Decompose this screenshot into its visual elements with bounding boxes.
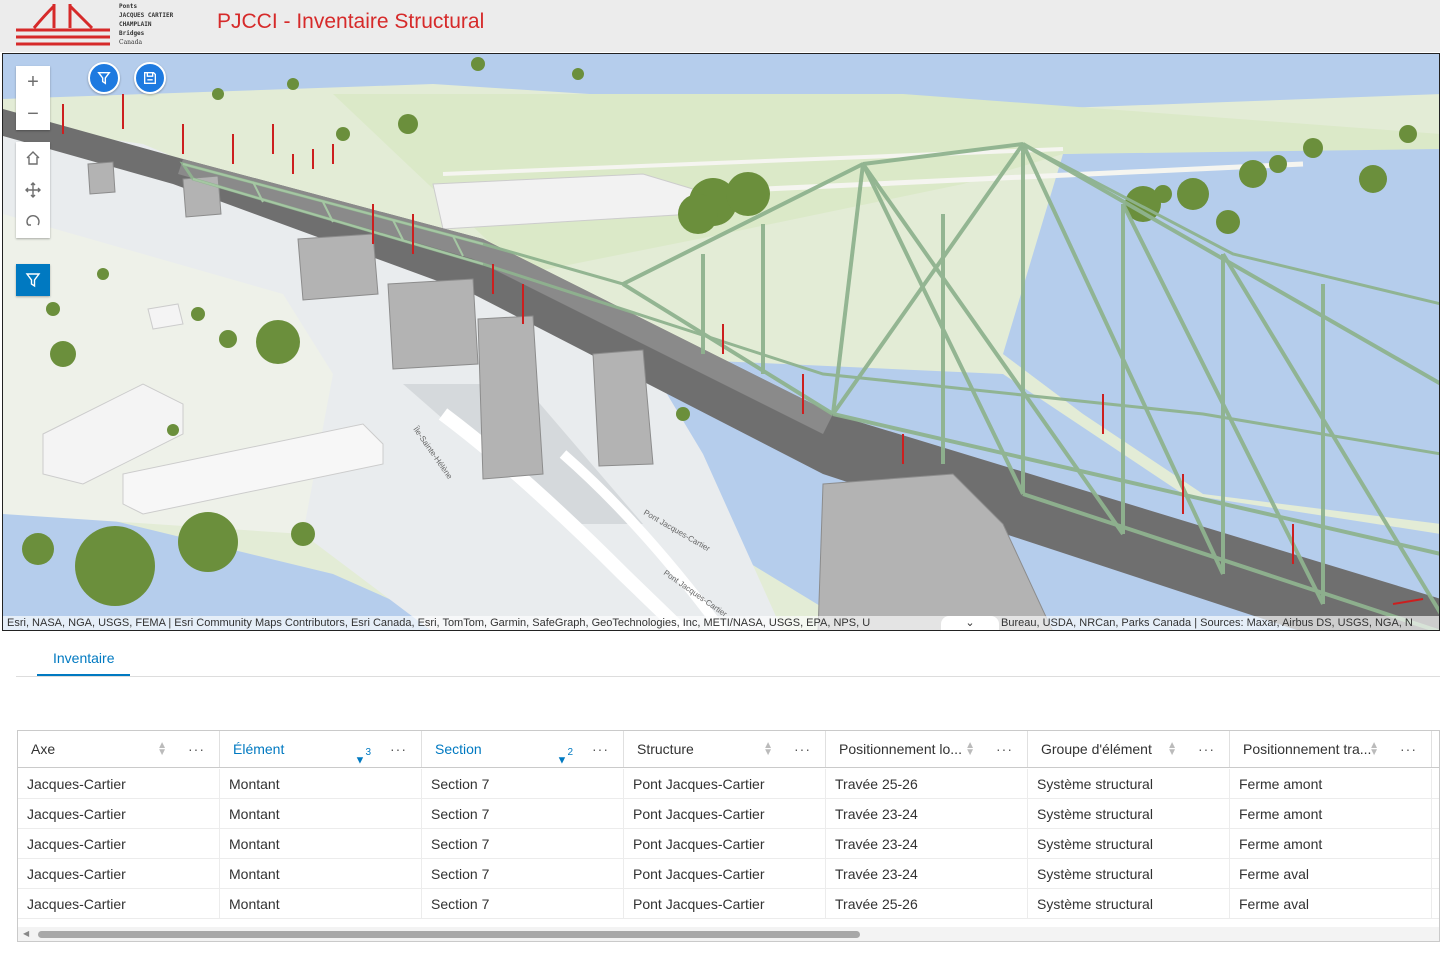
filter-icon <box>97 71 111 85</box>
table-cell[interactable]: Ferme aval <box>1230 889 1432 919</box>
table-cell[interactable]: Section 7 <box>422 769 624 799</box>
table-cell[interactable]: Section 7 <box>422 829 624 859</box>
sort-icon[interactable]: ▲ ▼ <box>965 741 975 758</box>
scrollbar-thumb[interactable] <box>38 931 860 938</box>
column-header-structure[interactable]: Structure ▲ ▼ ··· <box>624 731 826 767</box>
scroll-left-icon[interactable]: ◀ <box>23 929 29 938</box>
inventory-table: Axe ▲ ▼ ··· Élément ▼3 ··· Section ▼2 ···… <box>17 730 1440 942</box>
pan-button[interactable] <box>16 174 50 206</box>
column-menu-button[interactable]: ··· <box>592 731 609 767</box>
table-cell[interactable]: Pont Jacques-Cartier <box>624 829 826 859</box>
table-cell[interactable]: Pont Jacques-Cartier <box>624 769 826 799</box>
table-cell[interactable]: Système structural <box>1028 829 1230 859</box>
pjcci-logo <box>16 4 110 46</box>
table-cell[interactable]: Système structural <box>1028 889 1230 919</box>
column-header-positionnement-long[interactable]: Positionnement lo... ▲ ▼ ··· <box>826 731 1028 767</box>
pan-icon <box>25 182 41 198</box>
table-cell[interactable]: Section 7 <box>422 889 624 919</box>
layer-filter-button[interactable] <box>16 264 50 296</box>
bridge-3d-scene[interactable]: Île-Sainte-Hélène Pont Jacques-Cartier P… <box>3 54 1440 631</box>
attribution-toggle[interactable]: ⌄ <box>941 616 999 630</box>
sort-icon[interactable]: ▲ ▼ <box>1167 741 1177 758</box>
table-cell[interactable]: Montant <box>220 859 422 889</box>
app-header: Ponts JACQUES CARTIER CHAMPLAIN Bridges … <box>0 0 1440 52</box>
logo-wordmark: Ponts JACQUES CARTIER CHAMPLAIN Bridges … <box>119 3 174 46</box>
column-header-element[interactable]: Élément ▼3 ··· <box>220 731 422 767</box>
rotate-icon <box>26 215 40 226</box>
save-icon <box>144 72 156 84</box>
zoom-controls: + − <box>16 66 50 130</box>
filter-controls <box>16 264 50 296</box>
sort-icon[interactable]: ▲ ▼ <box>157 741 167 758</box>
table-cell[interactable]: Jacques-Cartier <box>18 859 220 889</box>
column-label: Axe <box>31 741 56 757</box>
table-cell[interactable]: Pont Jacques-Cartier <box>624 889 826 919</box>
filter-icon <box>25 273 41 288</box>
save-widget-button[interactable] <box>134 62 166 94</box>
table-cell[interactable]: Système structural <box>1028 799 1230 829</box>
zoom-in-button[interactable]: + <box>16 66 50 98</box>
column-label: Structure <box>637 741 694 757</box>
filter-widget-button[interactable] <box>88 62 120 94</box>
column-header-groupe-element[interactable]: Groupe d'élément ▲ ▼ ··· <box>1028 731 1230 767</box>
table-cell[interactable]: Pont Jacques-Cartier <box>624 799 826 829</box>
table-cell[interactable]: Montant <box>220 769 422 799</box>
sort-icon[interactable]: ▲ ▼ <box>1369 741 1379 758</box>
table-cell[interactable]: Travée 25-26 <box>826 769 1028 799</box>
column-label: Groupe d'élément <box>1041 741 1152 757</box>
table-cell[interactable]: Montant <box>220 799 422 829</box>
table-row[interactable]: Jacques-Cartier Montant Section 7 Pont Jacq… <box>18 889 1439 919</box>
zoom-out-button[interactable]: − <box>16 98 50 130</box>
app-title: PJCCI - Inventaire Structural <box>217 10 485 33</box>
home-button[interactable] <box>16 142 50 174</box>
table-cell[interactable]: Système structural <box>1028 769 1230 799</box>
table-cell[interactable]: Système structural <box>1028 859 1230 889</box>
table-cell[interactable]: Pont Jacques-Cartier <box>624 859 826 889</box>
table-cell[interactable]: Ferme amont <box>1230 769 1432 799</box>
table-cell[interactable]: Travée 23-24 <box>826 829 1028 859</box>
table-row[interactable]: Jacques-Cartier Montant Section 7 Pont Jacq… <box>18 799 1439 829</box>
rotate-button[interactable] <box>16 206 50 238</box>
column-label: Positionnement lo... <box>839 741 962 757</box>
map-attribution-right: Bureau, USDA, NRCan, Parks Canada | Sour… <box>1001 617 1413 629</box>
horizontal-scrollbar[interactable]: ◀ <box>18 927 1439 941</box>
table-row[interactable]: Jacques-Cartier Montant Section 7 Pont Jacq… <box>18 769 1439 799</box>
table-cell[interactable]: Ferme amont <box>1230 799 1432 829</box>
column-menu-button[interactable]: ··· <box>1400 731 1417 767</box>
column-header-section[interactable]: Section ▼2 ··· <box>422 731 624 767</box>
table-cell[interactable]: Section 7 <box>422 859 624 889</box>
column-label: Positionnement tra... <box>1243 741 1372 757</box>
table-cell[interactable]: Section 7 <box>422 799 624 829</box>
column-header-axe[interactable]: Axe ▲ ▼ ··· <box>18 731 220 767</box>
table-row[interactable]: Jacques-Cartier Montant Section 7 Pont Jacq… <box>18 859 1439 889</box>
table-cell[interactable]: Ferme amont <box>1230 829 1432 859</box>
table-cell[interactable]: Travée 23-24 <box>826 859 1028 889</box>
column-label: Élément <box>233 741 285 757</box>
column-menu-button[interactable]: ··· <box>188 731 205 767</box>
table-cell[interactable]: Jacques-Cartier <box>18 889 220 919</box>
table-cell[interactable]: Montant <box>220 889 422 919</box>
table-cell[interactable]: Jacques-Cartier <box>18 829 220 859</box>
navigation-controls <box>16 142 50 238</box>
sort-icon[interactable]: ▲ ▼ <box>763 741 773 758</box>
tab-inventaire[interactable]: Inventaire <box>37 640 131 676</box>
column-menu-button[interactable]: ··· <box>390 731 407 767</box>
table-cell[interactable]: Jacques-Cartier <box>18 799 220 829</box>
table-header: Axe ▲ ▼ ··· Élément ▼3 ··· Section ▼2 ···… <box>18 731 1439 768</box>
column-header-positionnement-trans[interactable]: Positionnement tra... ▲ ▼ ··· <box>1230 731 1432 767</box>
table-cell[interactable]: Ferme aval <box>1230 859 1432 889</box>
column-menu-button[interactable]: ··· <box>794 731 811 767</box>
column-menu-button[interactable]: ··· <box>996 731 1013 767</box>
column-label: Section <box>435 741 482 757</box>
map-view[interactable]: Île-Sainte-Hélène Pont Jacques-Cartier P… <box>2 53 1440 631</box>
table-cell[interactable]: Montant <box>220 829 422 859</box>
table-cell[interactable]: Jacques-Cartier <box>18 769 220 799</box>
table-row[interactable]: Jacques-Cartier Montant Section 7 Pont Jacq… <box>18 829 1439 859</box>
table-cell[interactable]: Travée 23-24 <box>826 799 1028 829</box>
home-icon <box>26 151 40 165</box>
panel-tabs: Inventaire <box>16 640 1440 677</box>
table-cell[interactable]: Travée 25-26 <box>826 889 1028 919</box>
column-menu-button[interactable]: ··· <box>1198 731 1215 767</box>
